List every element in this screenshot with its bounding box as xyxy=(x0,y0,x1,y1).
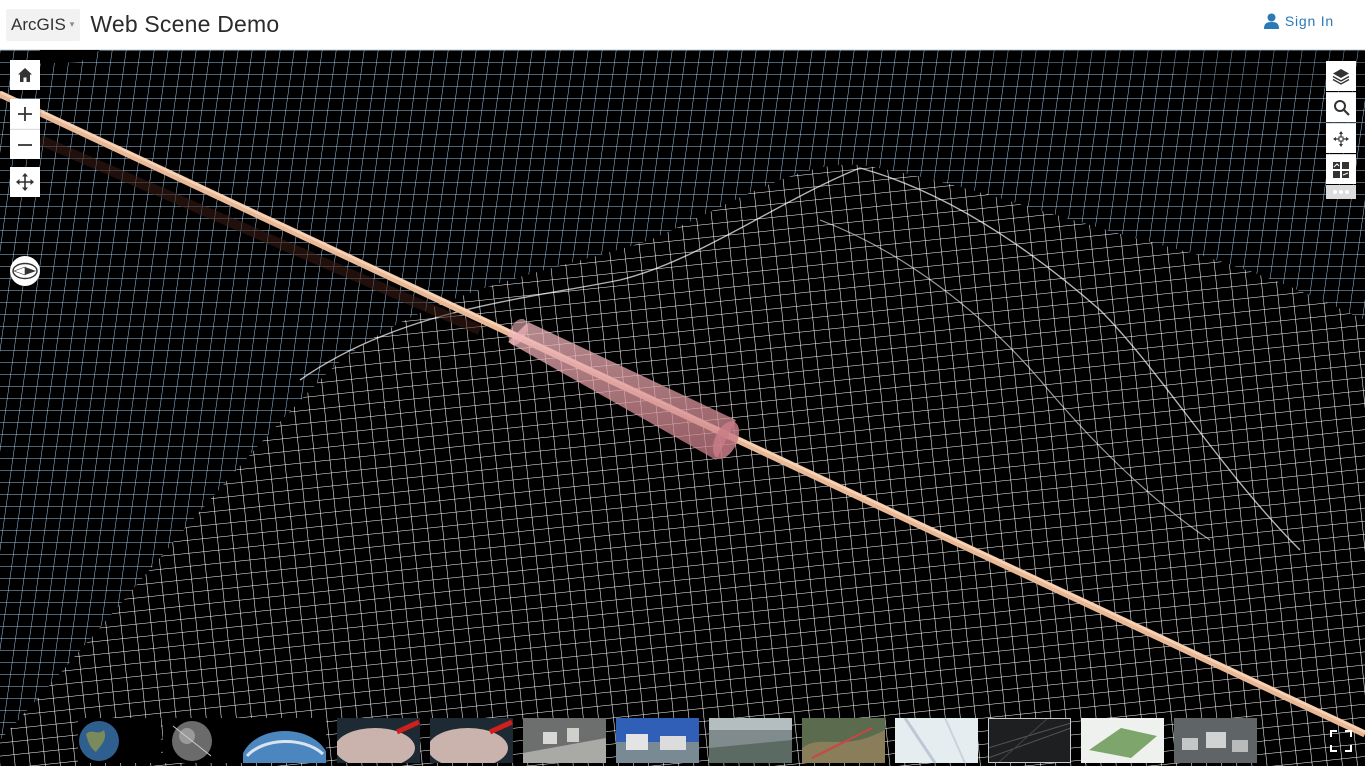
navigation-toggle-button[interactable] xyxy=(10,167,40,197)
slide-4[interactable] xyxy=(337,718,420,763)
wireframe-terrain xyxy=(0,50,1365,766)
zoom-in-button[interactable] xyxy=(10,99,40,129)
page-title: Web Scene Demo xyxy=(90,11,280,37)
minus-icon xyxy=(18,143,32,146)
layer-list-button[interactable] xyxy=(1326,61,1356,91)
user-icon xyxy=(1263,13,1279,29)
search-button[interactable] xyxy=(1326,92,1356,122)
slide-2[interactable] xyxy=(163,718,246,763)
zoom-out-button[interactable] xyxy=(10,129,40,159)
chevron-down-icon: ▾ xyxy=(69,19,75,29)
arcgis-menu-button[interactable]: ArcGIS ▾ xyxy=(6,8,81,41)
layers-icon xyxy=(1332,69,1350,85)
home-icon xyxy=(18,68,32,82)
fullscreen-icon xyxy=(1330,730,1352,752)
slide-1[interactable] xyxy=(78,718,161,763)
fullscreen-button[interactable] xyxy=(1326,726,1356,756)
basemap-icon xyxy=(1333,161,1349,178)
basemap-gallery-button[interactable] xyxy=(1326,154,1356,184)
slide-8[interactable] xyxy=(709,718,792,763)
sign-in-label: Sign In xyxy=(1284,13,1334,29)
search-icon xyxy=(1333,100,1350,116)
slide-7[interactable] xyxy=(616,718,699,763)
locate-button[interactable] xyxy=(1326,123,1356,153)
more-tools-button[interactable] xyxy=(1326,185,1356,199)
slide-9[interactable] xyxy=(802,718,885,763)
slide-6[interactable] xyxy=(523,718,606,763)
slide-3[interactable] xyxy=(243,718,326,763)
pan-icon xyxy=(16,173,34,191)
compass-icon xyxy=(12,262,38,280)
app-header: ArcGIS ▾ Web Scene Demo Sign In xyxy=(0,0,1365,50)
home-button[interactable] xyxy=(10,60,40,90)
slide-13[interactable] xyxy=(1174,718,1257,763)
plus-icon xyxy=(18,107,32,121)
move-icon xyxy=(1333,130,1349,147)
compass-button[interactable] xyxy=(10,256,40,286)
slide-11[interactable] xyxy=(988,718,1071,763)
scene-view[interactable] xyxy=(0,50,1365,766)
slide-10[interactable] xyxy=(895,718,978,763)
more-icon xyxy=(1333,190,1349,194)
brand-label: ArcGIS xyxy=(11,14,66,34)
sign-in-button[interactable]: Sign In xyxy=(1263,13,1334,29)
slide-5[interactable] xyxy=(430,718,513,763)
slide-12[interactable] xyxy=(1081,718,1164,763)
